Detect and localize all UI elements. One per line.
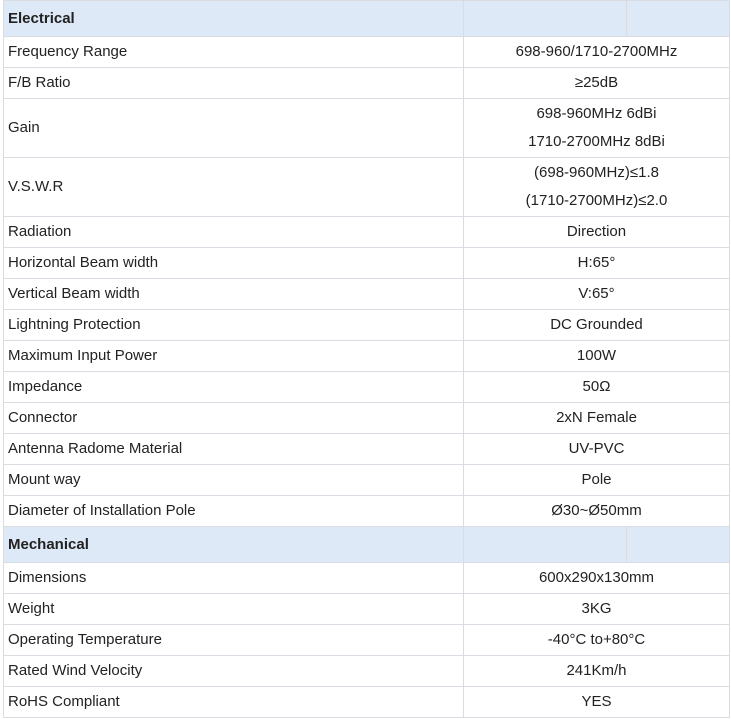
spec-value-line: V:65°	[578, 285, 615, 302]
spec-label: Lightning Protection	[3, 309, 464, 341]
section-header-blank	[626, 526, 730, 563]
spec-value: 100W	[463, 340, 730, 372]
spec-value-line: YES	[581, 693, 612, 710]
spec-value-line: 1710-2700MHz 8dBi	[528, 133, 665, 150]
spec-value: 698-960MHz 6dBi 1710-2700MHz 8dBi	[463, 98, 730, 158]
spec-value-line: 50Ω	[582, 378, 611, 395]
spec-label: Connector	[3, 402, 464, 434]
spec-value-line: H:65°	[577, 254, 616, 271]
spec-row: Rated Wind Velocity 241Km/h	[3, 655, 730, 687]
spec-value-line: ≥25dB	[574, 74, 619, 91]
spec-label: Impedance	[3, 371, 464, 403]
spec-row: RoHS Compliant YES	[3, 686, 730, 718]
spec-value-line: 2xN Female	[556, 409, 637, 426]
spec-value-line: 3KG	[581, 600, 612, 617]
spec-row: Frequency Range 698-960/1710-2700MHz	[3, 36, 730, 68]
spec-value-line: Ø30~Ø50mm	[551, 502, 642, 519]
spec-value: DC Grounded	[463, 309, 730, 341]
spec-value: UV-PVC	[463, 433, 730, 465]
section-header-row: Mechanical	[3, 526, 730, 563]
spec-row: Gain 698-960MHz 6dBi 1710-2700MHz 8dBi	[3, 98, 730, 158]
spec-label: Gain	[3, 98, 464, 158]
spec-value-line: 600x290x130mm	[538, 569, 655, 586]
spec-row: Vertical Beam width V:65°	[3, 278, 730, 310]
spec-label: Antenna Radome Material	[3, 433, 464, 465]
section-header-row: Electrical	[3, 0, 730, 37]
spec-value-line: (698-960MHz)≤1.8	[534, 164, 659, 181]
spec-value: H:65°	[463, 247, 730, 279]
spec-value-line: DC Grounded	[550, 316, 643, 333]
spec-value: Pole	[463, 464, 730, 496]
spec-row: Horizontal Beam width H:65°	[3, 247, 730, 279]
spec-value-line: Direction	[566, 223, 627, 240]
spec-row: Radiation Direction	[3, 216, 730, 248]
spec-table: Electrical Frequency Range 698-960/1710-27…	[3, 0, 730, 718]
spec-value: 600x290x130mm	[463, 562, 730, 594]
spec-value: ≥25dB	[463, 67, 730, 99]
spec-label: Horizontal Beam width	[3, 247, 464, 279]
spec-label: V.S.W.R	[3, 157, 464, 217]
spec-label: RoHS Compliant	[3, 686, 464, 718]
section-title: Mechanical	[3, 526, 464, 563]
spec-value: 698-960/1710-2700MHz	[463, 36, 730, 68]
spec-table-body: Electrical Frequency Range 698-960/1710-27…	[3, 0, 730, 718]
spec-label: Radiation	[3, 216, 464, 248]
spec-row: Mount way Pole	[3, 464, 730, 496]
spec-row: F/B Ratio ≥25dB	[3, 67, 730, 99]
spec-value: -40°C to+80°C	[463, 624, 730, 656]
spec-value: Direction	[463, 216, 730, 248]
spec-label: Diameter of Installation Pole	[3, 495, 464, 527]
spec-row: Dimensions 600x290x130mm	[3, 562, 730, 594]
spec-label: Rated Wind Velocity	[3, 655, 464, 687]
spec-value: Ø30~Ø50mm	[463, 495, 730, 527]
spec-value-line: 100W	[576, 347, 617, 364]
section-header-blank	[463, 526, 627, 563]
spec-value-line: 241Km/h	[566, 662, 627, 679]
spec-value-line: -40°C to+80°C	[547, 631, 646, 648]
spec-value: V:65°	[463, 278, 730, 310]
spec-value: (698-960MHz)≤1.8 (1710-2700MHz)≤2.0	[463, 157, 730, 217]
spec-row: Maximum Input Power 100W	[3, 340, 730, 372]
spec-row: Impedance 50Ω	[3, 371, 730, 403]
spec-value: 3KG	[463, 593, 730, 625]
spec-value: 50Ω	[463, 371, 730, 403]
spec-value-line: 698-960/1710-2700MHz	[515, 43, 678, 60]
spec-row: Operating Temperature -40°C to+80°C	[3, 624, 730, 656]
spec-value-line: Pole	[581, 471, 612, 488]
spec-label: F/B Ratio	[3, 67, 464, 99]
spec-label: Mount way	[3, 464, 464, 496]
spec-value: 2xN Female	[463, 402, 730, 434]
spec-label: Operating Temperature	[3, 624, 464, 656]
spec-label: Weight	[3, 593, 464, 625]
section-header-blank	[463, 0, 627, 37]
spec-value: 241Km/h	[463, 655, 730, 687]
spec-label: Frequency Range	[3, 36, 464, 68]
spec-row: V.S.W.R (698-960MHz)≤1.8 (1710-2700MHz)≤2.…	[3, 157, 730, 217]
spec-value-line: (1710-2700MHz)≤2.0	[525, 192, 668, 209]
spec-label: Vertical Beam width	[3, 278, 464, 310]
spec-label: Dimensions	[3, 562, 464, 594]
spec-value-line: 698-960MHz 6dBi	[536, 105, 657, 122]
spec-row: Weight 3KG	[3, 593, 730, 625]
spec-row: Diameter of Installation Pole Ø30~Ø50mm	[3, 495, 730, 527]
section-header-blank	[626, 0, 730, 37]
spec-label: Maximum Input Power	[3, 340, 464, 372]
spec-value-line: UV-PVC	[568, 440, 625, 457]
spec-row: Connector 2xN Female	[3, 402, 730, 434]
spec-row: Antenna Radome Material UV-PVC	[3, 433, 730, 465]
spec-row: Lightning Protection DC Grounded	[3, 309, 730, 341]
section-title: Electrical	[3, 0, 464, 37]
spec-value: YES	[463, 686, 730, 718]
